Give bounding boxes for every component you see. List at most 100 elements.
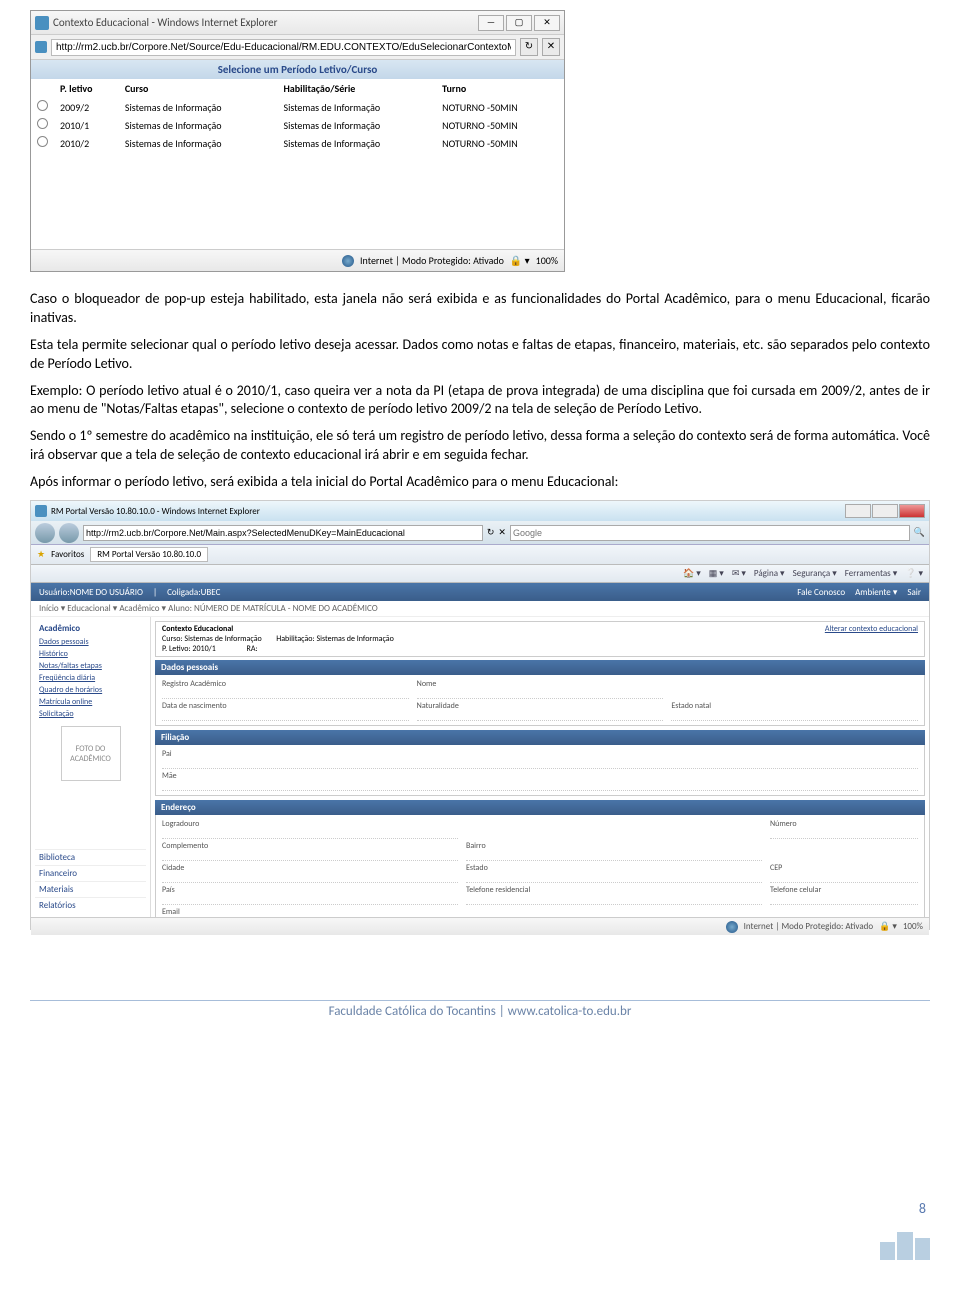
main-screenshot: RM Portal Versão 10.80.10.0 - Windows In… xyxy=(30,500,930,930)
curso-label: Curso: xyxy=(162,634,183,644)
lbl-naturalidade: Naturalidade xyxy=(417,701,664,711)
help-icon[interactable]: ❔ ▾ xyxy=(905,568,923,579)
lbl-logradouro: Logradouro xyxy=(162,819,458,829)
table-header-row: P. letivo Curso Habilitação/Série Turno xyxy=(31,79,564,98)
popup-statusbar: Internet | Modo Protegido: Ativado 🔒 ▾ 1… xyxy=(31,249,564,271)
refresh-button[interactable]: ↻ xyxy=(520,38,538,56)
popup-window: Contexto Educacional - Windows Internet … xyxy=(30,10,565,272)
panel-dados-body: Registro Acadêmico Nome Data de nascimen… xyxy=(155,675,925,726)
radio-icon[interactable] xyxy=(37,118,48,129)
main-statusbar: Internet | Modo Protegido: Ativado 🔒 ▾ 1… xyxy=(31,917,929,935)
popup-titlebar: Contexto Educacional - Windows Internet … xyxy=(31,11,564,35)
context-title: Contexto Educacional xyxy=(162,624,233,634)
sidebar-item-matricula[interactable]: Matrícula online xyxy=(35,696,146,708)
pl-value: 2010/1 xyxy=(192,644,215,654)
paragraph-4: Sendo o 1º semestre do acadêmico na inst… xyxy=(30,427,930,465)
stop-button[interactable]: ✕ xyxy=(498,527,506,538)
sidebar-item-solicitacao[interactable]: Solicitação xyxy=(35,708,146,720)
url-input[interactable] xyxy=(83,525,483,541)
table-row[interactable]: 2010/1 Sistemas de Informação Sistemas d… xyxy=(31,116,564,134)
lbl-numero: Número xyxy=(770,819,918,829)
close-button[interactable] xyxy=(899,504,925,518)
period-table: P. letivo Curso Habilitação/Série Turno … xyxy=(31,79,564,152)
ra-label: RA: xyxy=(247,644,258,654)
search-icon[interactable]: 🔍 xyxy=(914,527,925,538)
security-icon: 🔒 ▾ xyxy=(510,254,530,267)
back-button[interactable] xyxy=(35,523,55,543)
sidebar-item-dados-pessoais[interactable]: Dados pessoais xyxy=(35,636,146,648)
zoom-text: 100% xyxy=(903,921,923,932)
lbl-complemento: Complemento xyxy=(162,841,458,851)
context-box: Contexto Educacional Curso: Sistemas de … xyxy=(155,621,925,657)
sidebar-section-financeiro[interactable]: Financeiro xyxy=(35,865,146,881)
maximize-button[interactable]: ▢ xyxy=(506,15,532,31)
student-photo: FOTO DO ACADÊMICO xyxy=(61,726,121,781)
search-input[interactable] xyxy=(510,525,910,541)
popup-addressbar: ↻ ✕ xyxy=(31,35,564,60)
cmd-seguranca[interactable]: Segurança ▾ xyxy=(793,568,837,579)
paragraph-3: Exemplo: O período letivo atual é o 2010… xyxy=(30,382,930,420)
zoom-text: 100% xyxy=(536,254,558,267)
cell-periodo: 2010/2 xyxy=(54,134,119,152)
forward-button[interactable] xyxy=(59,523,79,543)
favorites-bar: ★ Favoritos RM Portal Versão 10.80.10.0 xyxy=(31,545,929,565)
sidebar-section-relatorios[interactable]: Relatórios xyxy=(35,897,146,913)
ambiente-menu[interactable]: Ambiente ▾ xyxy=(855,587,897,598)
favicon-icon xyxy=(35,505,47,517)
alterar-contexto-link[interactable]: Alterar contexto educacional xyxy=(825,624,918,654)
sidebar-section-biblioteca[interactable]: Biblioteca xyxy=(35,849,146,865)
panel-endereco-head: Endereço xyxy=(155,800,925,815)
cell-hab: Sistemas de Informação xyxy=(278,116,437,134)
cell-turno: NOTURNO -50MIN xyxy=(436,134,564,152)
popup-content-header: Selecione um Período Letivo/Curso xyxy=(31,60,564,79)
table-row[interactable]: 2010/2 Sistemas de Informação Sistemas d… xyxy=(31,134,564,152)
close-button[interactable]: ✕ xyxy=(534,15,560,31)
col-curso: Curso xyxy=(119,79,278,98)
main-navbar: ↻ ✕ 🔍 xyxy=(31,521,929,545)
favicon-icon xyxy=(35,16,49,30)
stop-button[interactable]: ✕ xyxy=(542,38,560,56)
sidebar-item-frequencia[interactable]: Freqüência diária xyxy=(35,672,146,684)
decorative-cubes-icon xyxy=(880,1224,930,1260)
lbl-tel-res: Telefone residencial xyxy=(466,885,762,895)
browser-tab[interactable]: RM Portal Versão 10.80.10.0 xyxy=(90,547,208,562)
sidebar-item-horarios[interactable]: Quadro de horários xyxy=(35,684,146,696)
hab-value: Sistemas de Informação xyxy=(316,634,393,644)
minimize-button[interactable] xyxy=(845,504,871,518)
radio-icon[interactable] xyxy=(37,136,48,147)
sidebar-item-notas-faltas[interactable]: Notas/faltas etapas xyxy=(35,660,146,672)
url-input[interactable] xyxy=(51,39,516,56)
favicon-icon xyxy=(35,41,47,53)
usuario-label: Usuário: xyxy=(39,587,70,598)
col-habilitacao: Habilitação/Série xyxy=(278,79,437,98)
mail-icon[interactable]: ✉ ▾ xyxy=(732,568,746,579)
sidebar-section-materiais[interactable]: Materiais xyxy=(35,881,146,897)
favorites-star-icon[interactable]: ★ xyxy=(37,549,45,560)
cmd-pagina[interactable]: Página ▾ xyxy=(754,568,785,579)
sidebar-item-historico[interactable]: Histórico xyxy=(35,648,146,660)
sidebar-head: Acadêmico xyxy=(35,621,146,636)
favorites-label[interactable]: Favoritos xyxy=(51,549,84,560)
main-title: RM Portal Versão 10.80.10.0 - Windows In… xyxy=(51,506,260,517)
panel-filiacao-body: Pai Mãe xyxy=(155,745,925,796)
minimize-button[interactable]: — xyxy=(478,15,504,31)
lbl-tel-cel: Telefone celular xyxy=(770,885,918,895)
breadcrumb[interactable]: Início ▾ Educacional ▾ Acadêmico ▾ Aluno… xyxy=(31,601,929,617)
lbl-mae: Mãe xyxy=(162,771,918,781)
maximize-button[interactable] xyxy=(872,504,898,518)
table-row[interactable]: 2009/2 Sistemas de Informação Sistemas d… xyxy=(31,98,564,116)
sair-link[interactable]: Sair xyxy=(907,587,921,598)
lbl-bairro: Bairro xyxy=(466,841,762,851)
cell-curso: Sistemas de Informação xyxy=(119,98,278,116)
coligada-value: UBEC xyxy=(201,587,221,598)
feed-icon[interactable]: ▦ ▾ xyxy=(709,568,724,579)
fale-conosco-link[interactable]: Fale Conosco xyxy=(797,587,845,598)
cmd-ferramentas[interactable]: Ferramentas ▾ xyxy=(845,568,897,579)
cell-curso: Sistemas de Informação xyxy=(119,116,278,134)
portal-topstrip: Usuário: NOME DO USUÁRIO | Coligada: UBE… xyxy=(31,583,929,601)
refresh-button[interactable]: ↻ xyxy=(487,527,495,538)
lbl-pai: Pai xyxy=(162,749,918,759)
radio-icon[interactable] xyxy=(37,100,48,111)
col-turno: Turno xyxy=(436,79,564,98)
home-icon[interactable]: 🏠 ▾ xyxy=(683,568,701,579)
